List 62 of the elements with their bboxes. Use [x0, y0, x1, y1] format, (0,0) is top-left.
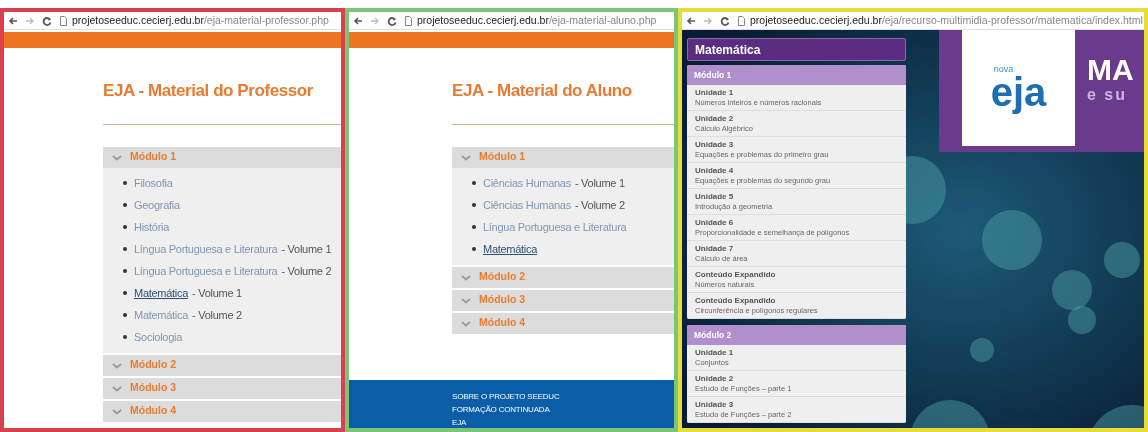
- bullet-icon: [472, 225, 476, 229]
- address-field[interactable]: projetoseeduc.cecierj.edu.br/eja-material-aluno.php: [404, 12, 657, 29]
- bullet-icon: [472, 181, 476, 185]
- bullet-icon: [472, 247, 476, 251]
- unit-title[interactable]: Unidade 1: [695, 347, 906, 358]
- address-field[interactable]: projetoseeduc.cecierj.edu.br/eja-material-professor.php: [59, 12, 329, 29]
- unit-title[interactable]: Conteúdo Expandido: [695, 295, 906, 306]
- bullet-icon: [123, 181, 127, 185]
- page-icon: [59, 15, 68, 26]
- banner-subtitle: e su: [1087, 86, 1128, 104]
- page-icon: [404, 15, 413, 26]
- footer-link[interactable]: FORMAÇÃO CONTINUADA: [452, 405, 674, 415]
- back-icon[interactable]: [353, 15, 363, 26]
- subject-link[interactable]: Matemática: [483, 240, 538, 258]
- chevron-down-icon: [112, 407, 122, 415]
- unit-title[interactable]: Unidade 3: [695, 139, 906, 150]
- volume-label: - Volume 1: [281, 241, 332, 257]
- bullet-icon: [123, 225, 127, 229]
- chevron-down-icon: [461, 319, 471, 327]
- unit-title[interactable]: Unidade 2: [695, 113, 906, 124]
- back-icon[interactable]: [686, 15, 696, 26]
- footer-link[interactable]: EJA: [452, 418, 674, 428]
- volume-label: - Volume 1: [574, 175, 625, 191]
- banner-title: MA: [1087, 54, 1134, 86]
- chevron-down-icon: [461, 296, 471, 304]
- bullet-icon: [123, 203, 127, 207]
- chevron-down-icon: [112, 361, 122, 369]
- chevron-down-icon: [112, 153, 122, 161]
- menu-title: Matemática: [687, 38, 906, 61]
- bullet-icon: [123, 291, 127, 295]
- unit-title[interactable]: Unidade 5: [695, 191, 906, 202]
- page-icon: [737, 15, 746, 26]
- reload-icon[interactable]: [387, 15, 397, 26]
- unit-title[interactable]: Unidade 3: [695, 399, 906, 410]
- unit-title[interactable]: Unidade 1: [695, 87, 906, 98]
- unit-title[interactable]: Unidade 6: [695, 217, 906, 228]
- unit-title[interactable]: Unidade 4: [695, 165, 906, 176]
- volume-label: - Volume 2: [574, 197, 625, 213]
- subject-link[interactable]: Matemática: [134, 284, 189, 302]
- chevron-down-icon: [461, 273, 471, 281]
- volume-label: - Volume 2: [281, 263, 332, 279]
- logo-text: eja: [990, 72, 1047, 112]
- page-title: EJA - Material do Professor: [103, 80, 314, 102]
- unit-title[interactable]: Conteúdo Expandido: [695, 269, 906, 280]
- unit-title[interactable]: Unidade 2: [695, 373, 906, 384]
- volume-label: - Volume 1: [192, 285, 242, 301]
- footer-link[interactable]: SOBRE O PROJETO SEEDUC: [452, 392, 674, 402]
- chevron-down-icon: [461, 153, 471, 161]
- reload-icon[interactable]: [720, 15, 730, 26]
- bullet-icon: [123, 313, 127, 317]
- back-icon[interactable]: [8, 15, 18, 26]
- bullet-icon: [123, 269, 127, 273]
- volume-label: - Volume 2: [192, 307, 242, 323]
- bullet-icon: [472, 203, 476, 207]
- page-title: EJA - Material do Aluno: [452, 80, 633, 102]
- bullet-icon: [123, 247, 127, 251]
- reload-icon[interactable]: [42, 15, 52, 26]
- address-field[interactable]: projetoseeduc.cecierj.edu.br/eja/recurso-multimidia-professor/matematica/index.html: [737, 12, 1140, 29]
- logo-small-text: nova: [993, 64, 1014, 74]
- bullet-icon: [123, 335, 127, 339]
- unit-title[interactable]: Unidade 7: [695, 243, 906, 254]
- chevron-down-icon: [112, 384, 122, 392]
